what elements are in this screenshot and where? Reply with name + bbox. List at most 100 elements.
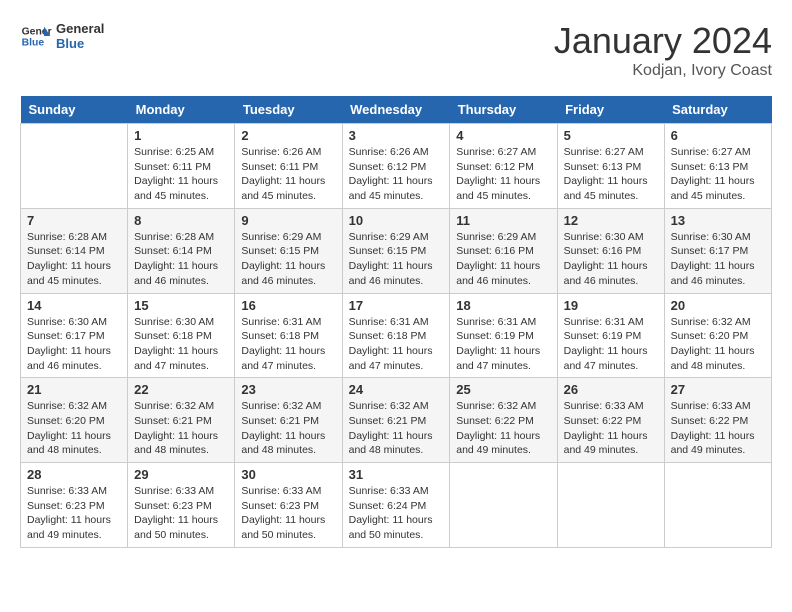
day-number: 15 [134, 298, 228, 313]
calendar-cell: 30 Sunrise: 6:33 AMSunset: 6:23 PMDayligh… [235, 463, 342, 548]
day-number: 19 [564, 298, 658, 313]
header-saturday: Saturday [664, 96, 771, 124]
calendar-cell [21, 124, 128, 209]
day-number: 21 [27, 382, 121, 397]
day-info: Sunrise: 6:26 AMSunset: 6:11 PMDaylight:… [241, 145, 335, 204]
location-subtitle: Kodjan, Ivory Coast [554, 62, 772, 80]
header-sunday: Sunday [21, 96, 128, 124]
calendar-cell: 18 Sunrise: 6:31 AMSunset: 6:19 PMDayligh… [450, 293, 557, 378]
calendar-cell [450, 463, 557, 548]
day-info: Sunrise: 6:33 AMSunset: 6:23 PMDaylight:… [134, 484, 228, 543]
day-info: Sunrise: 6:31 AMSunset: 6:18 PMDaylight:… [349, 315, 444, 374]
day-number: 31 [349, 467, 444, 482]
day-number: 9 [241, 213, 335, 228]
week-row-2: 7 Sunrise: 6:28 AMSunset: 6:14 PMDaylight… [21, 208, 772, 293]
day-number: 3 [349, 128, 444, 143]
calendar-cell: 26 Sunrise: 6:33 AMSunset: 6:22 PMDayligh… [557, 378, 664, 463]
calendar-cell: 6 Sunrise: 6:27 AMSunset: 6:13 PMDaylight… [664, 124, 771, 209]
title-section: January 2024 Kodjan, Ivory Coast [554, 20, 772, 80]
day-number: 6 [671, 128, 765, 143]
day-number: 10 [349, 213, 444, 228]
day-info: Sunrise: 6:31 AMSunset: 6:19 PMDaylight:… [456, 315, 550, 374]
day-number: 24 [349, 382, 444, 397]
header-friday: Friday [557, 96, 664, 124]
day-number: 7 [27, 213, 121, 228]
calendar-table: SundayMondayTuesdayWednesdayThursdayFrid… [20, 96, 772, 548]
day-number: 29 [134, 467, 228, 482]
day-number: 11 [456, 213, 550, 228]
day-info: Sunrise: 6:28 AMSunset: 6:14 PMDaylight:… [27, 230, 121, 289]
day-info: Sunrise: 6:32 AMSunset: 6:21 PMDaylight:… [241, 399, 335, 458]
calendar-cell: 17 Sunrise: 6:31 AMSunset: 6:18 PMDayligh… [342, 293, 450, 378]
day-info: Sunrise: 6:27 AMSunset: 6:13 PMDaylight:… [564, 145, 658, 204]
calendar-header-row: SundayMondayTuesdayWednesdayThursdayFrid… [21, 96, 772, 124]
day-info: Sunrise: 6:33 AMSunset: 6:23 PMDaylight:… [27, 484, 121, 543]
day-number: 25 [456, 382, 550, 397]
day-info: Sunrise: 6:31 AMSunset: 6:19 PMDaylight:… [564, 315, 658, 374]
calendar-cell: 8 Sunrise: 6:28 AMSunset: 6:14 PMDaylight… [128, 208, 235, 293]
calendar-cell: 7 Sunrise: 6:28 AMSunset: 6:14 PMDaylight… [21, 208, 128, 293]
calendar-cell: 25 Sunrise: 6:32 AMSunset: 6:22 PMDayligh… [450, 378, 557, 463]
calendar-cell: 9Sunrise: 6:29 AMSunset: 6:15 PMDaylight… [235, 208, 342, 293]
header-thursday: Thursday [450, 96, 557, 124]
week-row-4: 21Sunrise: 6:32 AMSunset: 6:20 PMDayligh… [21, 378, 772, 463]
day-number: 22 [134, 382, 228, 397]
day-number: 18 [456, 298, 550, 313]
day-info: Sunrise: 6:32 AMSunset: 6:21 PMDaylight:… [134, 399, 228, 458]
day-number: 1 [134, 128, 228, 143]
day-info: Sunrise: 6:25 AMSunset: 6:11 PMDaylight:… [134, 145, 228, 204]
day-info: Sunrise: 6:33 AMSunset: 6:24 PMDaylight:… [349, 484, 444, 543]
day-info: Sunrise: 6:32 AMSunset: 6:22 PMDaylight:… [456, 399, 550, 458]
day-info: Sunrise: 6:27 AMSunset: 6:13 PMDaylight:… [671, 145, 765, 204]
header-wednesday: Wednesday [342, 96, 450, 124]
week-row-5: 28 Sunrise: 6:33 AMSunset: 6:23 PMDayligh… [21, 463, 772, 548]
calendar-cell: 14 Sunrise: 6:30 AMSunset: 6:17 PMDayligh… [21, 293, 128, 378]
logo: General Blue General Blue [20, 20, 104, 52]
week-row-3: 14 Sunrise: 6:30 AMSunset: 6:17 PMDayligh… [21, 293, 772, 378]
calendar-cell: 2 Sunrise: 6:26 AMSunset: 6:11 PMDaylight… [235, 124, 342, 209]
calendar-cell [664, 463, 771, 548]
week-row-1: 1 Sunrise: 6:25 AMSunset: 6:11 PMDaylight… [21, 124, 772, 209]
day-number: 13 [671, 213, 765, 228]
day-info: Sunrise: 6:30 AMSunset: 6:17 PMDaylight:… [671, 230, 765, 289]
logo-text-blue: Blue [56, 36, 104, 51]
month-title: January 2024 [554, 20, 772, 62]
day-info: Sunrise: 6:29 AMSunset: 6:16 PMDaylight:… [456, 230, 550, 289]
calendar-cell: 23 Sunrise: 6:32 AMSunset: 6:21 PMDayligh… [235, 378, 342, 463]
day-info: Sunrise: 6:27 AMSunset: 6:12 PMDaylight:… [456, 145, 550, 204]
page-header: General Blue General Blue January 2024 K… [20, 20, 772, 80]
day-info: Sunrise: 6:28 AMSunset: 6:14 PMDaylight:… [134, 230, 228, 289]
header-tuesday: Tuesday [235, 96, 342, 124]
day-number: 17 [349, 298, 444, 313]
day-number: 2 [241, 128, 335, 143]
day-info: Sunrise: 6:33 AMSunset: 6:22 PMDaylight:… [671, 399, 765, 458]
calendar-cell: 22 Sunrise: 6:32 AMSunset: 6:21 PMDayligh… [128, 378, 235, 463]
day-info: Sunrise: 6:33 AMSunset: 6:23 PMDaylight:… [241, 484, 335, 543]
calendar-cell: 13 Sunrise: 6:30 AMSunset: 6:17 PMDayligh… [664, 208, 771, 293]
calendar-cell: 11 Sunrise: 6:29 AMSunset: 6:16 PMDayligh… [450, 208, 557, 293]
calendar-cell: 4Sunrise: 6:27 AMSunset: 6:12 PMDaylight… [450, 124, 557, 209]
day-info: Sunrise: 6:30 AMSunset: 6:17 PMDaylight:… [27, 315, 121, 374]
day-info: Sunrise: 6:33 AMSunset: 6:22 PMDaylight:… [564, 399, 658, 458]
calendar-cell: 16 Sunrise: 6:31 AMSunset: 6:18 PMDayligh… [235, 293, 342, 378]
day-info: Sunrise: 6:31 AMSunset: 6:18 PMDaylight:… [241, 315, 335, 374]
day-number: 30 [241, 467, 335, 482]
calendar-cell: 19 Sunrise: 6:31 AMSunset: 6:19 PMDayligh… [557, 293, 664, 378]
logo-icon: General Blue [20, 20, 52, 52]
day-number: 26 [564, 382, 658, 397]
day-number: 28 [27, 467, 121, 482]
day-info: Sunrise: 6:30 AMSunset: 6:18 PMDaylight:… [134, 315, 228, 374]
calendar-cell: 24Sunrise: 6:32 AMSunset: 6:21 PMDayligh… [342, 378, 450, 463]
day-number: 20 [671, 298, 765, 313]
day-number: 23 [241, 382, 335, 397]
day-number: 8 [134, 213, 228, 228]
calendar-cell: 21Sunrise: 6:32 AMSunset: 6:20 PMDayligh… [21, 378, 128, 463]
calendar-cell [557, 463, 664, 548]
calendar-cell: 12Sunrise: 6:30 AMSunset: 6:16 PMDayligh… [557, 208, 664, 293]
day-number: 12 [564, 213, 658, 228]
day-number: 16 [241, 298, 335, 313]
calendar-cell: 27Sunrise: 6:33 AMSunset: 6:22 PMDayligh… [664, 378, 771, 463]
calendar-cell: 5Sunrise: 6:27 AMSunset: 6:13 PMDaylight… [557, 124, 664, 209]
calendar-cell: 31 Sunrise: 6:33 AMSunset: 6:24 PMDayligh… [342, 463, 450, 548]
day-number: 14 [27, 298, 121, 313]
